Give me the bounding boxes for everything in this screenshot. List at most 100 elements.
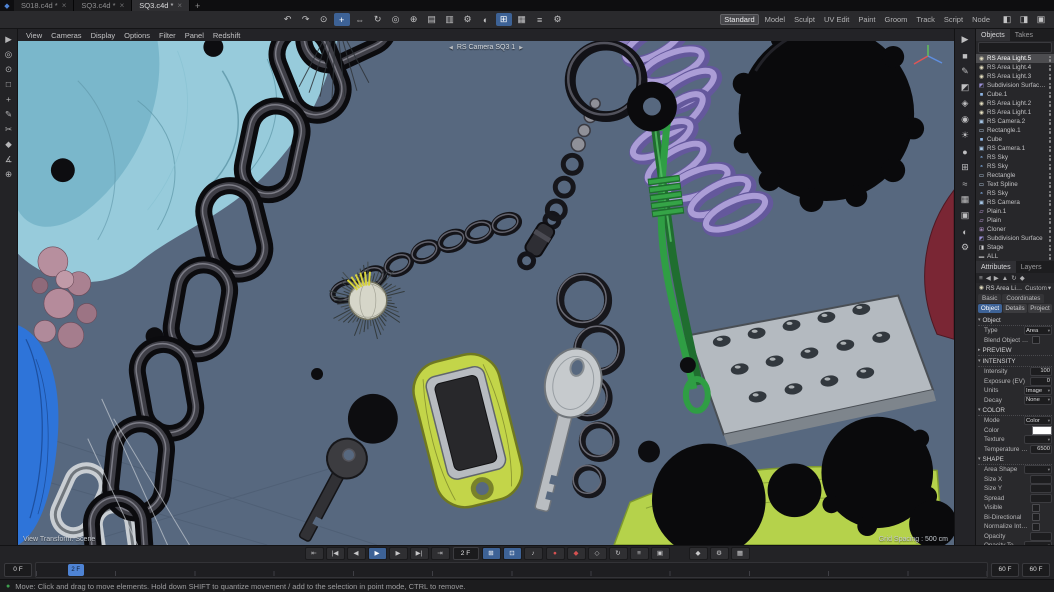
size-x-field[interactable]: [1030, 475, 1052, 484]
add-spline-icon[interactable]: ✎: [958, 65, 973, 78]
viewport-menu-display[interactable]: Display: [91, 31, 116, 40]
object-row[interactable]: ◨Stage: [976, 243, 1054, 252]
add-cube-icon[interactable]: ■: [958, 49, 973, 62]
attr-button-project[interactable]: Project: [1028, 304, 1052, 313]
visibility-toggles[interactable]: [1049, 227, 1053, 233]
visibility-toggles[interactable]: [1049, 83, 1053, 89]
attr-back-icon[interactable]: ◀: [986, 274, 991, 282]
modeling-settings-icon[interactable]: ≡: [532, 13, 548, 26]
object-row[interactable]: ▱Plain: [976, 216, 1054, 225]
record-pla-toggle[interactable]: ▣: [651, 547, 670, 560]
knife-icon[interactable]: ✂: [2, 123, 15, 135]
record-rotation-toggle[interactable]: ↻: [609, 547, 628, 560]
object-row[interactable]: ■Cube: [976, 135, 1054, 144]
section-object[interactable]: ▾Object: [978, 315, 1052, 326]
layout-paint[interactable]: Paint: [855, 14, 878, 25]
intensity-field[interactable]: 100: [1030, 367, 1052, 376]
editor-visibility-dot[interactable]: [1049, 155, 1052, 158]
render-visibility-dot[interactable]: [1049, 212, 1052, 215]
document-tab[interactable]: S018.c4d *×: [14, 0, 74, 11]
editor-visibility-dot[interactable]: [1049, 173, 1052, 176]
disclosure-icon[interactable]: ▾: [978, 407, 981, 413]
editor-visibility-dot[interactable]: [1049, 119, 1052, 122]
object-row[interactable]: ◉RS Area Light.3: [976, 72, 1054, 81]
object-search[interactable]: [978, 42, 1052, 53]
object-row[interactable]: ▣RS Camera.2: [976, 117, 1054, 126]
object-row[interactable]: ▭Rectangle: [976, 171, 1054, 180]
keyframe-options-icon[interactable]: ◆: [689, 547, 708, 560]
render-visibility-dot[interactable]: [1049, 68, 1052, 71]
object-row[interactable]: ◉RS Area Light.4: [976, 63, 1054, 72]
layout-uv-edit[interactable]: UV Edit: [821, 14, 852, 25]
visibility-toggles[interactable]: [1049, 164, 1053, 170]
attr-button-object[interactable]: Object: [978, 304, 1002, 313]
camera-prev-icon[interactable]: ◀: [449, 45, 453, 51]
render-visibility-dot[interactable]: [1049, 248, 1052, 251]
object-row[interactable]: ◓RS Sky: [976, 189, 1054, 198]
previous-frame-button[interactable]: ◀: [347, 547, 366, 560]
object-row[interactable]: ⊞Cloner: [976, 225, 1054, 234]
visibility-toggles[interactable]: [1049, 200, 1053, 206]
editor-visibility-dot[interactable]: [1049, 137, 1052, 140]
layout-model[interactable]: Model: [762, 14, 788, 25]
object-row[interactable]: ▬ALL: [976, 252, 1054, 261]
timeline-ruler[interactable]: 2 F: [35, 562, 988, 578]
object-row[interactable]: ◓RS Sky: [976, 153, 1054, 162]
editor-visibility-dot[interactable]: [1049, 164, 1052, 167]
render-strip-icon[interactable]: ▣: [958, 209, 973, 222]
disclosure-icon[interactable]: ▾: [978, 317, 981, 323]
object-row[interactable]: ▭Rectangle.1: [976, 126, 1054, 135]
color-swatch[interactable]: [1032, 426, 1052, 435]
layout-script[interactable]: Script: [941, 14, 966, 25]
visibility-toggles[interactable]: [1049, 236, 1053, 242]
record-parameter-toggle[interactable]: ≡: [630, 547, 649, 560]
editor-visibility-dot[interactable]: [1049, 128, 1052, 131]
render-view-icon[interactable]: ▤: [424, 13, 440, 26]
tab-close-icon[interactable]: ×: [120, 1, 125, 10]
size-y-field[interactable]: [1030, 484, 1052, 493]
editor-visibility-dot[interactable]: [1049, 200, 1052, 203]
render-visibility-dot[interactable]: [1049, 104, 1052, 107]
scale-tool-icon[interactable]: ⇔: [352, 13, 368, 26]
live-selection-icon[interactable]: ⊙: [2, 63, 15, 75]
attr-tab-coordinates[interactable]: Coordinates: [1002, 294, 1044, 303]
render-visibility-dot[interactable]: [1049, 122, 1052, 125]
render-picture-viewer-icon[interactable]: ▥: [442, 13, 458, 26]
sound-toggle[interactable]: ♪: [524, 547, 543, 560]
editor-visibility-dot[interactable]: [1049, 92, 1052, 95]
object-row[interactable]: ▭Text Spline: [976, 180, 1054, 189]
render-visibility-dot[interactable]: [1049, 59, 1052, 62]
decay-dropdown[interactable]: None▾: [1024, 396, 1052, 405]
measure-icon[interactable]: ∡: [2, 153, 15, 165]
object-filter-input[interactable]: [979, 45, 1051, 51]
render-visibility-dot[interactable]: [1049, 95, 1052, 98]
editor-visibility-dot[interactable]: [1049, 101, 1052, 104]
range-start-field[interactable]: 0 F: [4, 563, 32, 577]
section-intensity[interactable]: ▾INTENSITY: [978, 356, 1052, 367]
render-visibility-dot[interactable]: [1049, 203, 1052, 206]
record-position-toggle[interactable]: ◆: [567, 547, 586, 560]
add-generator-icon[interactable]: ◩: [958, 81, 973, 94]
simulation-icon[interactable]: ≈: [958, 177, 973, 190]
keyframe-selection-toggle[interactable]: ⊞: [482, 547, 501, 560]
viewport-menu-redshift[interactable]: Redshift: [213, 31, 241, 40]
visibility-toggles[interactable]: [1049, 74, 1053, 80]
visibility-toggles[interactable]: [1049, 182, 1053, 188]
visibility-toggles[interactable]: [1049, 92, 1053, 98]
tab-attributes[interactable]: Attributes: [976, 261, 1016, 273]
previous-key-button[interactable]: |◀: [326, 547, 345, 560]
object-row[interactable]: ▱Plain.1: [976, 207, 1054, 216]
layout-reset-icon[interactable]: ▣: [1033, 13, 1049, 26]
disclosure-icon[interactable]: ▸: [978, 347, 981, 353]
next-frame-button[interactable]: ▶: [389, 547, 408, 560]
editor-visibility-dot[interactable]: [1049, 74, 1052, 77]
layout-panel-left-icon[interactable]: ◧: [999, 13, 1015, 26]
layout-node[interactable]: Node: [969, 14, 993, 25]
spread-field[interactable]: [1030, 494, 1052, 503]
tab-objects[interactable]: Objects: [976, 29, 1010, 41]
next-key-button[interactable]: ▶|: [410, 547, 429, 560]
tab-layers[interactable]: Layers: [1016, 261, 1047, 273]
viewport-menu-options[interactable]: Options: [124, 31, 150, 40]
document-tab[interactable]: SQ3.c4d *×: [132, 0, 190, 11]
visibility-toggles[interactable]: [1049, 218, 1053, 224]
